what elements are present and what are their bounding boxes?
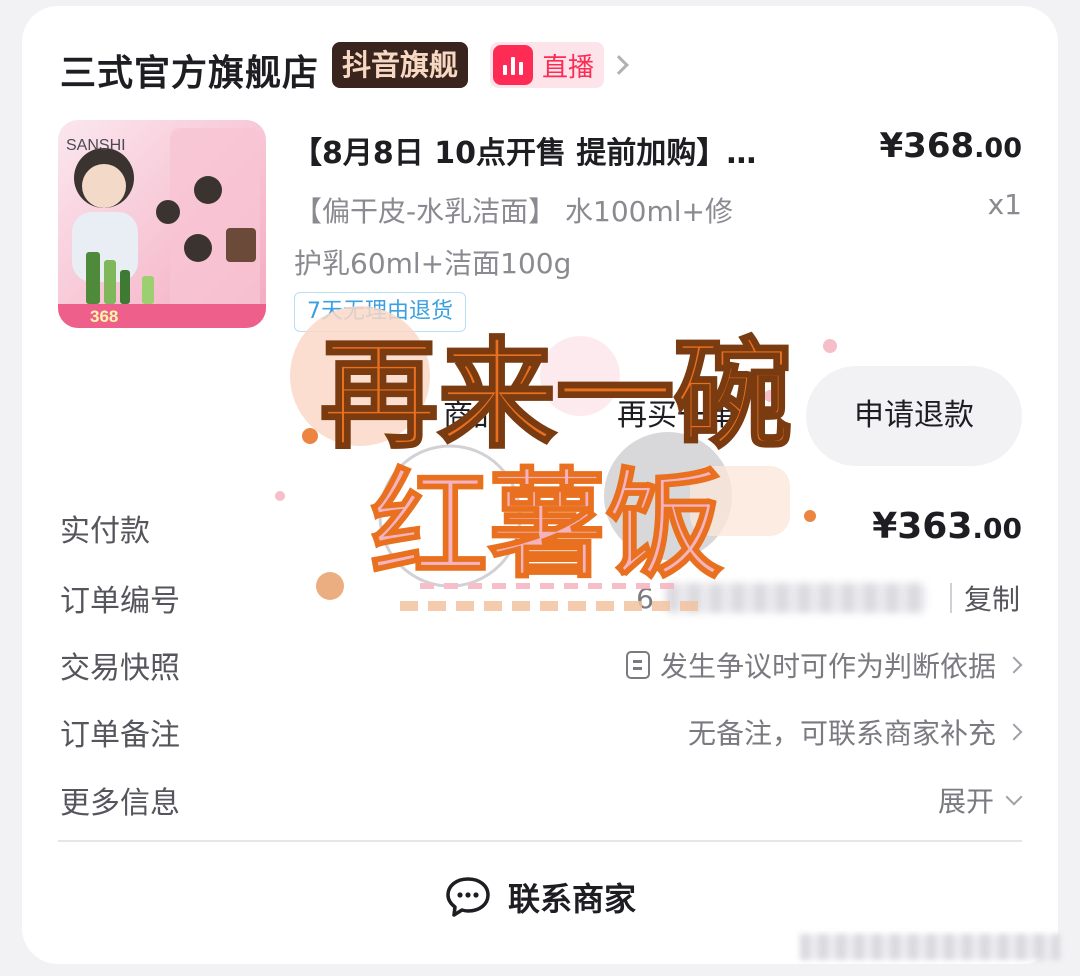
shop-chevron-right-icon[interactable] [609, 55, 629, 75]
remark-row[interactable]: 无备注，可联系商家补充 [687, 712, 1023, 752]
snapshot-row[interactable]: 发生争议时可作为判断依据 [625, 645, 1023, 685]
remark-value: 无备注，可联系商家补充 [687, 717, 996, 750]
product-button[interactable]: 商品 [418, 386, 528, 446]
order-card: 三式官方旗舰店 抖音旗舰 直播 SANSHI 368 【8月8日 10点开售 提… [22, 6, 1058, 964]
product-price: ¥368.00 [880, 126, 1022, 166]
product-price-main: ¥368 [879, 126, 975, 166]
paid-amount: ¥363.00 [872, 506, 1022, 547]
order-number-redacted [665, 583, 926, 613]
divider [58, 840, 1022, 842]
more-info-label: 更多信息 [60, 786, 180, 821]
thumb-brand-text: SANSHI [66, 137, 126, 154]
live-label: 直播 [542, 52, 595, 83]
chevron-right-icon [1005, 723, 1023, 741]
product-spec: 【偏干皮-水乳洁面】 水100ml+修 护乳60ml+洁面100g [294, 186, 794, 290]
order-number-row: 6 复制 [636, 578, 1020, 618]
buy-again-button[interactable]: 再买一单 [592, 386, 762, 446]
shop-name[interactable]: 三式官方旗舰店 [60, 44, 319, 96]
live-badge[interactable]: 直播 [490, 42, 605, 88]
snapshot-value: 发生争议时可作为判断依据 [659, 650, 996, 683]
thumb-price-text: 368 [90, 307, 118, 326]
paid-amount-main: ¥363 [872, 506, 973, 547]
refund-button[interactable]: 申请退款 [806, 366, 1022, 466]
product-price-cents: .00 [974, 133, 1022, 164]
more-info-row[interactable]: 展开 [937, 780, 1023, 820]
product-spec-line1: 【偏干皮-水乳洁面】 水100ml+修 [294, 195, 733, 228]
product-thumbnail[interactable]: SANSHI 368 [58, 120, 266, 328]
snapshot-label: 交易快照 [60, 651, 180, 686]
contact-label: 联系商家 [507, 880, 636, 918]
chevron-right-icon [1005, 656, 1023, 674]
order-number-label: 订单编号 [60, 584, 180, 619]
document-icon [625, 651, 650, 679]
expand-label: 展开 [937, 785, 994, 818]
live-bars-icon [493, 45, 533, 85]
product-quantity: x1 [987, 188, 1022, 221]
product-title[interactable]: 【8月8日 10点开售 提前加购】… [292, 128, 756, 172]
flagship-badge: 抖音旗舰 [332, 42, 469, 88]
copy-divider [949, 583, 952, 613]
remark-label: 订单备注 [60, 718, 180, 753]
contact-merchant-button[interactable]: 联系商家 [22, 874, 1058, 920]
chevron-down-icon [1005, 788, 1023, 806]
watermark [800, 934, 1060, 960]
product-spec-line2: 护乳60ml+洁面100g [294, 247, 572, 280]
copy-button[interactable]: 复制 [964, 578, 1020, 618]
chat-bubble-icon [446, 877, 490, 917]
paid-label: 实付款 [60, 514, 150, 549]
order-number-prefix: 6 [636, 581, 654, 615]
paid-amount-cents: .00 [972, 512, 1022, 545]
return-policy-tag: 7天无理由退货 [294, 292, 466, 332]
sticker-line2: 红薯饭 [370, 456, 724, 594]
